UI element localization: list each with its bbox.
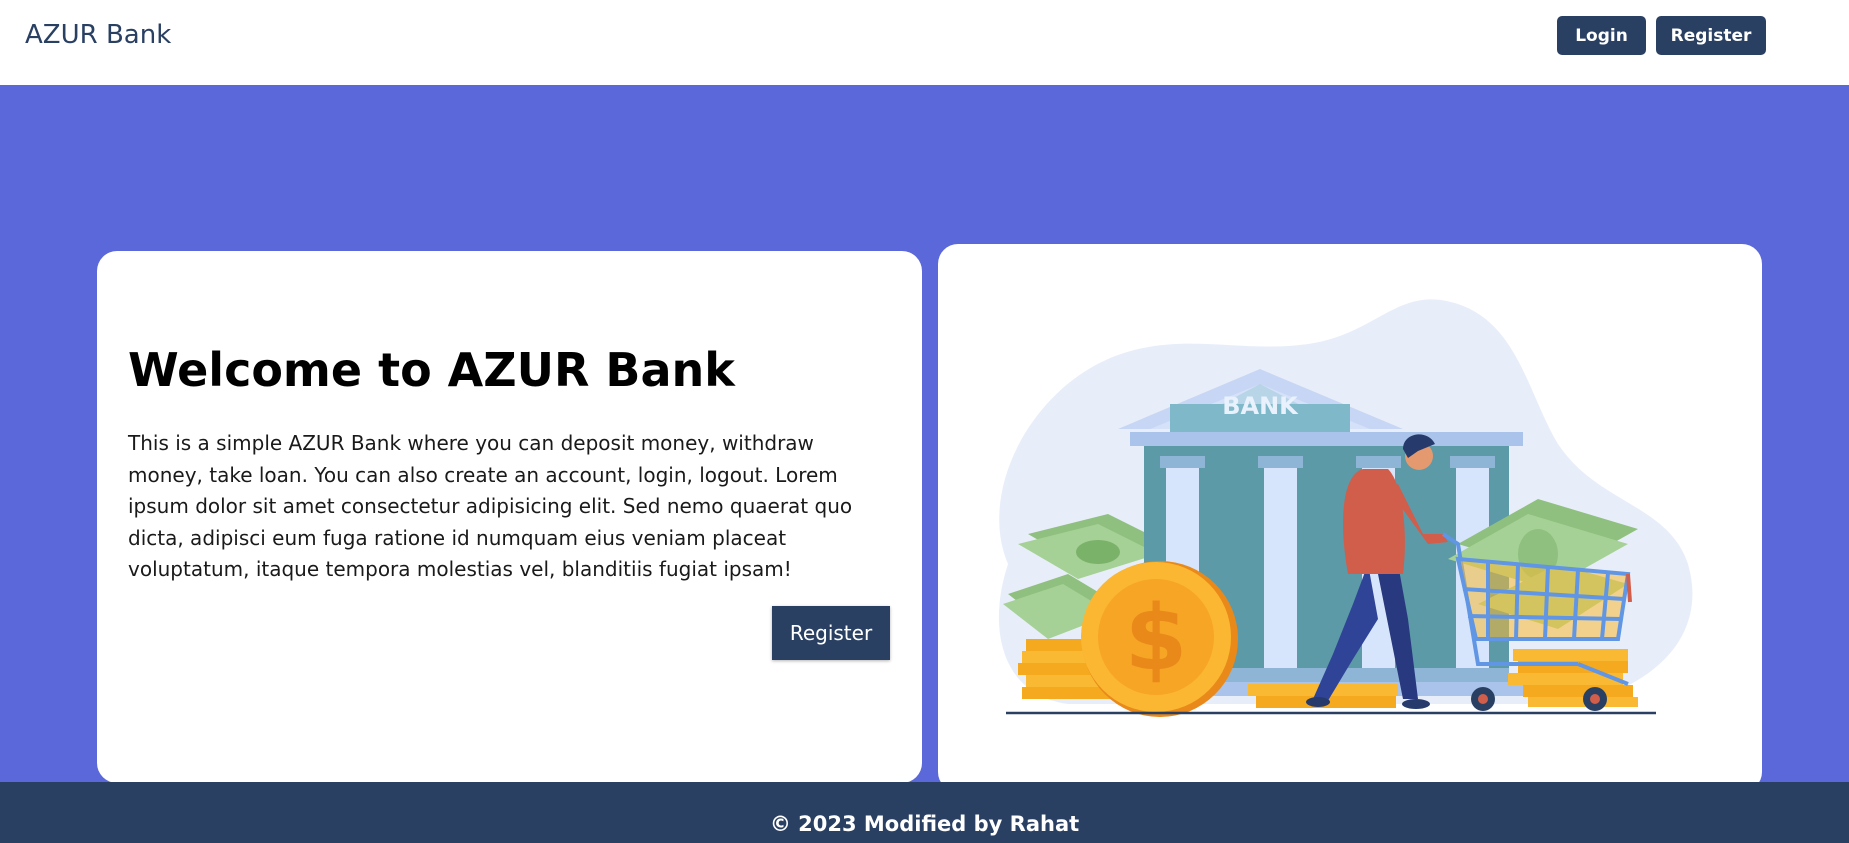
illustration-card: BANK $ (938, 244, 1762, 792)
welcome-card: Welcome to AZUR Bank This is a simple AZ… (97, 251, 922, 783)
footer: © 2023 Modified by Rahat (0, 782, 1849, 843)
register-button[interactable]: Register (1656, 16, 1766, 55)
navbar: AZUR Bank Login Register (0, 0, 1849, 85)
coin-symbol: $ (1125, 586, 1188, 691)
welcome-description: This is a simple AZUR Bank where you can… (128, 431, 853, 581)
bank-illustration: BANK $ (998, 299, 1693, 717)
footer-copyright: © 2023 Modified by Rahat (769, 812, 1080, 836)
bank-sign-text: BANK (1222, 392, 1299, 420)
welcome-title: Welcome to AZUR Bank (128, 343, 735, 397)
brand-logo[interactable]: AZUR Bank (25, 20, 171, 50)
hero-register-button[interactable]: Register (772, 606, 890, 660)
login-button[interactable]: Login (1557, 16, 1646, 55)
